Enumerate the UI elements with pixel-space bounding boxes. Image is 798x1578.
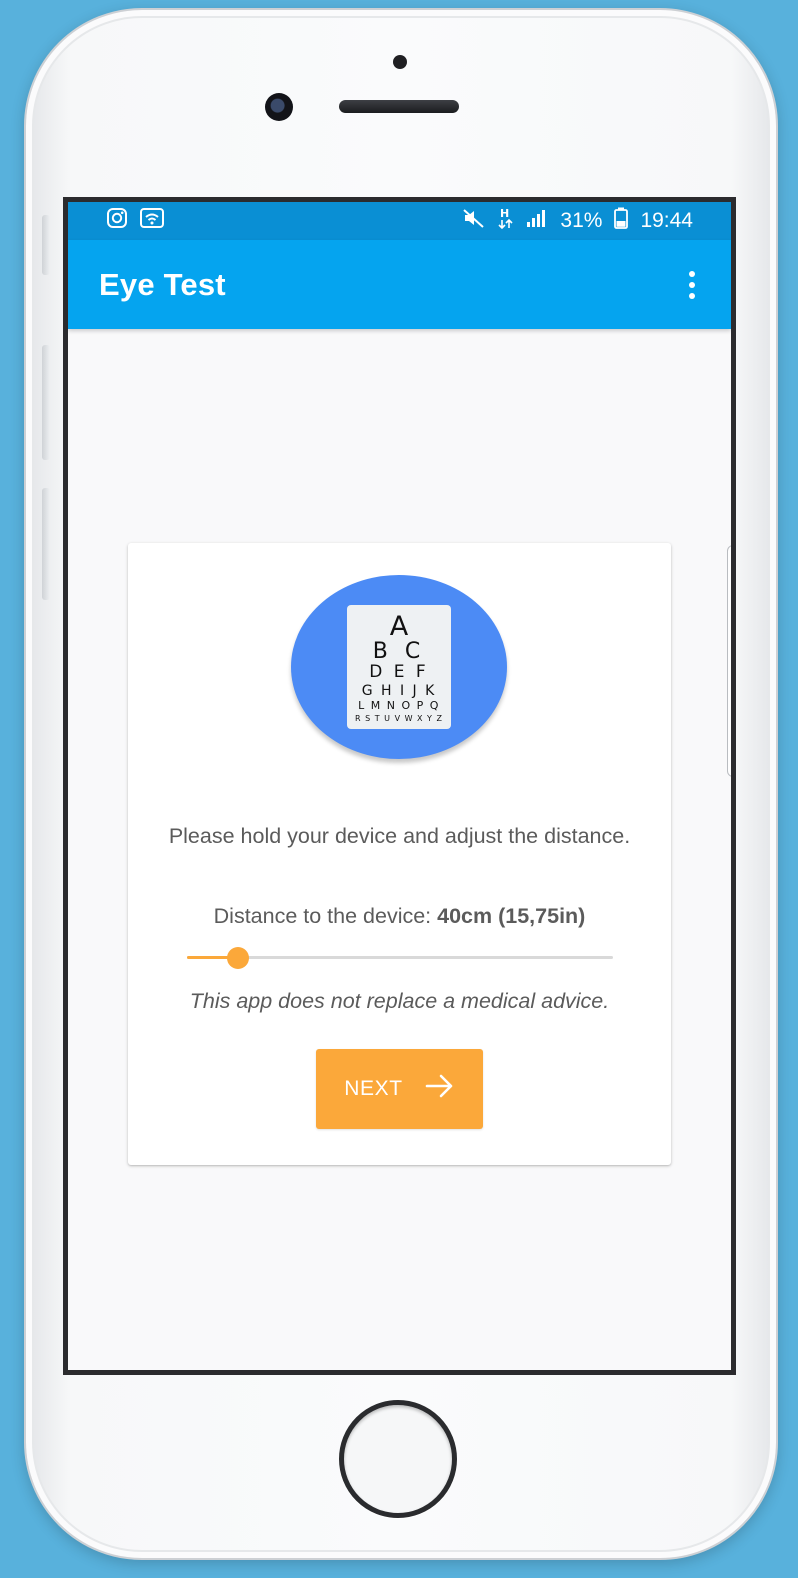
mute-icon xyxy=(462,207,486,235)
status-time: 19:44 xyxy=(640,209,693,232)
arrow-right-icon xyxy=(425,1073,455,1105)
device-screen: H 31% 19:44 Eye Test A B C D E F G H I J… xyxy=(63,197,736,1375)
signal-icon xyxy=(526,208,548,234)
battery-percent: 31% xyxy=(560,209,603,232)
chart-row: L M N O P Q xyxy=(358,699,440,712)
chart-row: R S T U V W X Y Z xyxy=(355,714,443,723)
disclaimer-text: This app does not replace a medical advi… xyxy=(189,989,610,1013)
instagram-icon xyxy=(106,207,128,235)
chart-row: B C xyxy=(372,639,426,664)
slider-thumb[interactable] xyxy=(227,947,250,969)
chart-row: A xyxy=(389,611,409,642)
chart-row: G H I J K xyxy=(361,683,437,699)
next-button[interactable]: NEXT xyxy=(316,1049,483,1129)
eye-chart-logo: A B C D E F G H I J K L M N O P Q R S T … xyxy=(291,575,507,759)
instruction-text: Please hold your device and adjust the d… xyxy=(168,824,631,848)
chart-row: D E F xyxy=(369,662,429,682)
distance-label: Distance to the device: xyxy=(213,904,432,928)
wifi-calling-icon xyxy=(140,207,164,235)
edge-panel-handle[interactable] xyxy=(727,545,731,777)
home-button xyxy=(339,1400,457,1518)
distance-value: 40cm (15,75in) xyxy=(437,904,586,928)
volume-down-button xyxy=(42,488,50,600)
eye-chart-icon: A B C D E F G H I J K L M N O P Q R S T … xyxy=(347,605,451,729)
app-title: Eye Test xyxy=(99,266,226,302)
volume-up-button xyxy=(42,345,50,460)
front-sensor xyxy=(393,55,407,69)
distance-slider[interactable] xyxy=(187,947,613,969)
app-bar: Eye Test xyxy=(68,240,731,329)
mute-switch xyxy=(42,215,50,275)
next-button-label: NEXT xyxy=(344,1077,403,1100)
slider-track[interactable] xyxy=(187,956,613,959)
h-plus-data-icon: H xyxy=(498,206,514,236)
distance-card: A B C D E F G H I J K L M N O P Q R S T … xyxy=(128,543,671,1165)
distance-readout: Distance to the device: 40cm (15,75in) xyxy=(148,904,651,929)
svg-text:H: H xyxy=(500,207,509,220)
front-camera xyxy=(265,93,293,121)
status-bar: H 31% 19:44 xyxy=(68,202,731,240)
earpiece-speaker xyxy=(339,100,459,113)
more-vert-icon[interactable] xyxy=(683,267,701,303)
battery-icon xyxy=(614,207,629,235)
